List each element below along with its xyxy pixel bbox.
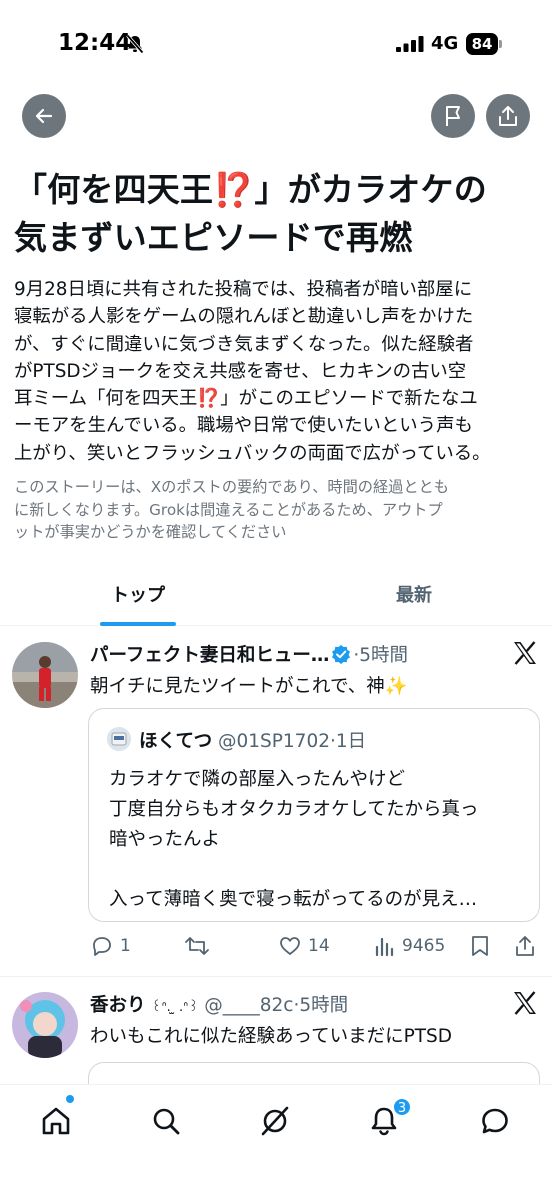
post-divider: [0, 976, 552, 977]
quoted-post-header: ほくてつ @01SP1702·1日: [139, 727, 366, 753]
bookmark-button[interactable]: [470, 930, 490, 962]
x-logo-icon: [514, 641, 536, 665]
verified-badge-icon: [332, 645, 351, 664]
messages-icon: [482, 1108, 508, 1134]
avatar[interactable]: [12, 992, 78, 1058]
summary-emoji: ⁉️: [197, 388, 221, 410]
share-icon: [516, 936, 534, 956]
report-button[interactable]: [431, 94, 475, 138]
summary-line: が、すぐに間違いに気づき気まずくなった。似た経験者: [14, 333, 474, 355]
user-photo-icon: [12, 992, 78, 1058]
grok-icon: [261, 1106, 289, 1136]
summary-line: 耳ミーム「何を四天王: [14, 388, 198, 410]
author-name[interactable]: 香おり: [90, 995, 146, 1016]
share-post-button[interactable]: [514, 930, 536, 962]
quoted-author-name: ほくてつ: [139, 731, 213, 752]
post-text: 朝イチに見たツイートがこれで、神✨: [90, 676, 408, 697]
back-button[interactable]: [22, 94, 66, 138]
x-logo-icon: [514, 991, 536, 1015]
post-handle-time: @____82c·5時間: [204, 995, 349, 1016]
headline-line2: 気まずいエピソードで再燃: [14, 218, 413, 257]
tab-latest[interactable]: 最新: [276, 568, 552, 626]
status-time: 12:44: [58, 30, 132, 56]
retweet-button[interactable]: [184, 930, 216, 962]
summary-line: ーモアを生んでいる。職場や日常で使いたいという声も: [14, 415, 473, 437]
summary-line: 寝転がる人影をゲームの隠れんぼと勘違いし声をかけた: [14, 306, 474, 328]
view-count: 9465: [402, 936, 446, 956]
bell-off-icon: [126, 34, 144, 54]
grok-disclaimer: このストーリーは、Xのポストの要約であり、時間の経過ととも に新しくなります。G…: [14, 476, 540, 544]
disclaimer-line: ットが事実かどうかを確認してください: [14, 523, 287, 541]
author-name[interactable]: パーフェクト妻日和ヒュー…: [90, 645, 329, 666]
heart-icon: [280, 937, 300, 955]
active-tab-indicator: [100, 622, 176, 626]
like-count: 14: [308, 936, 330, 956]
arrow-left-icon: [35, 108, 53, 124]
reply-button[interactable]: 1: [90, 930, 131, 962]
tab-bar: トップ 最新: [0, 568, 552, 626]
notification-badge: 3: [392, 1097, 412, 1117]
train-photo-icon: [107, 727, 131, 751]
post-actions: 1 14 9465: [0, 930, 552, 962]
reply-count: 1: [120, 936, 131, 956]
summary-line: 上がり、笑いとフラッシュバックの両面で広がっている。: [14, 442, 491, 464]
network-type: 4G: [431, 33, 459, 54]
summary-line: がPTSDジョークを交え共感を寄せ、ヒカキンの古い空: [14, 360, 467, 382]
status-bar: 12:44 4G 84: [0, 0, 552, 90]
story-summary: 9月28日頃に共有された投稿では、投稿者が暗い部屋に 寝転がる人影をゲームの隠れ…: [14, 276, 542, 467]
summary-line: 」がこのエピソードで新たなユ: [220, 388, 478, 410]
nav-home[interactable]: [38, 1103, 74, 1139]
nav-grok[interactable]: [257, 1103, 293, 1139]
search-icon: [153, 1108, 180, 1135]
user-photo-icon: [12, 642, 78, 708]
summary-line: 9月28日頃に共有された投稿では、投稿者が暗い部屋に: [14, 279, 473, 300]
avatar: [107, 727, 131, 751]
story-headline: 「何を四天王⁉️」がカラオケの 気まずいエピソードで再燃: [14, 166, 544, 262]
nav-messages[interactable]: [477, 1103, 513, 1139]
nav-search[interactable]: [148, 1103, 184, 1139]
views-icon: [375, 937, 394, 957]
tab-top[interactable]: トップ: [0, 568, 276, 626]
flag-icon: [446, 106, 460, 126]
quoted-post-text: カラオケで隣の部屋入ったんやけど 丁度自分らもオタクカラオケしてたから真っ 暗や…: [109, 769, 479, 910]
reply-icon: [93, 937, 111, 956]
post-header: パーフェクト妻日和ヒュー… ·5時間: [90, 641, 408, 667]
like-button[interactable]: 14: [278, 930, 330, 962]
headline-emoji: ⁉️: [213, 170, 255, 209]
bottom-navigation: 3: [0, 1084, 552, 1200]
share-icon: [499, 106, 517, 126]
signal-icon: [396, 36, 424, 52]
battery-level: 84: [466, 33, 498, 55]
home-icon: [42, 1107, 70, 1135]
battery-tip: [499, 40, 502, 48]
post-header: 香おり ꒰ᐢ. ̫ .ᐢ꒱ @____82c·5時間: [90, 991, 348, 1017]
headline-part2: 」がカラオケの: [254, 170, 487, 209]
views-button[interactable]: 9465: [374, 930, 445, 962]
disclaimer-line: に新しくなります。Grokは間違えることがあるため、アウトプ: [14, 500, 443, 519]
quoted-handle-time: @01SP1702·1日: [217, 731, 367, 752]
home-unread-dot: [66, 1095, 74, 1103]
post-time: ·5時間: [353, 645, 409, 666]
share-button[interactable]: [486, 94, 530, 138]
bookmark-icon: [472, 936, 488, 956]
quoted-post[interactable]: ほくてつ @01SP1702·1日 カラオケで隣の部屋入ったんやけど 丁度自分ら…: [88, 708, 540, 922]
retweet-icon: [185, 937, 209, 955]
post-text: わいもこれに似た経験あっていまだにPTSD: [90, 1026, 453, 1047]
headline-part1: 「何を四天王: [14, 170, 214, 209]
disclaimer-line: このストーリーは、Xのポストの要約であり、時間の経過ととも: [14, 478, 449, 496]
author-name-decoration: ꒰ᐢ. ̫ .ᐢ꒱: [151, 1000, 199, 1015]
avatar[interactable]: [12, 642, 78, 708]
